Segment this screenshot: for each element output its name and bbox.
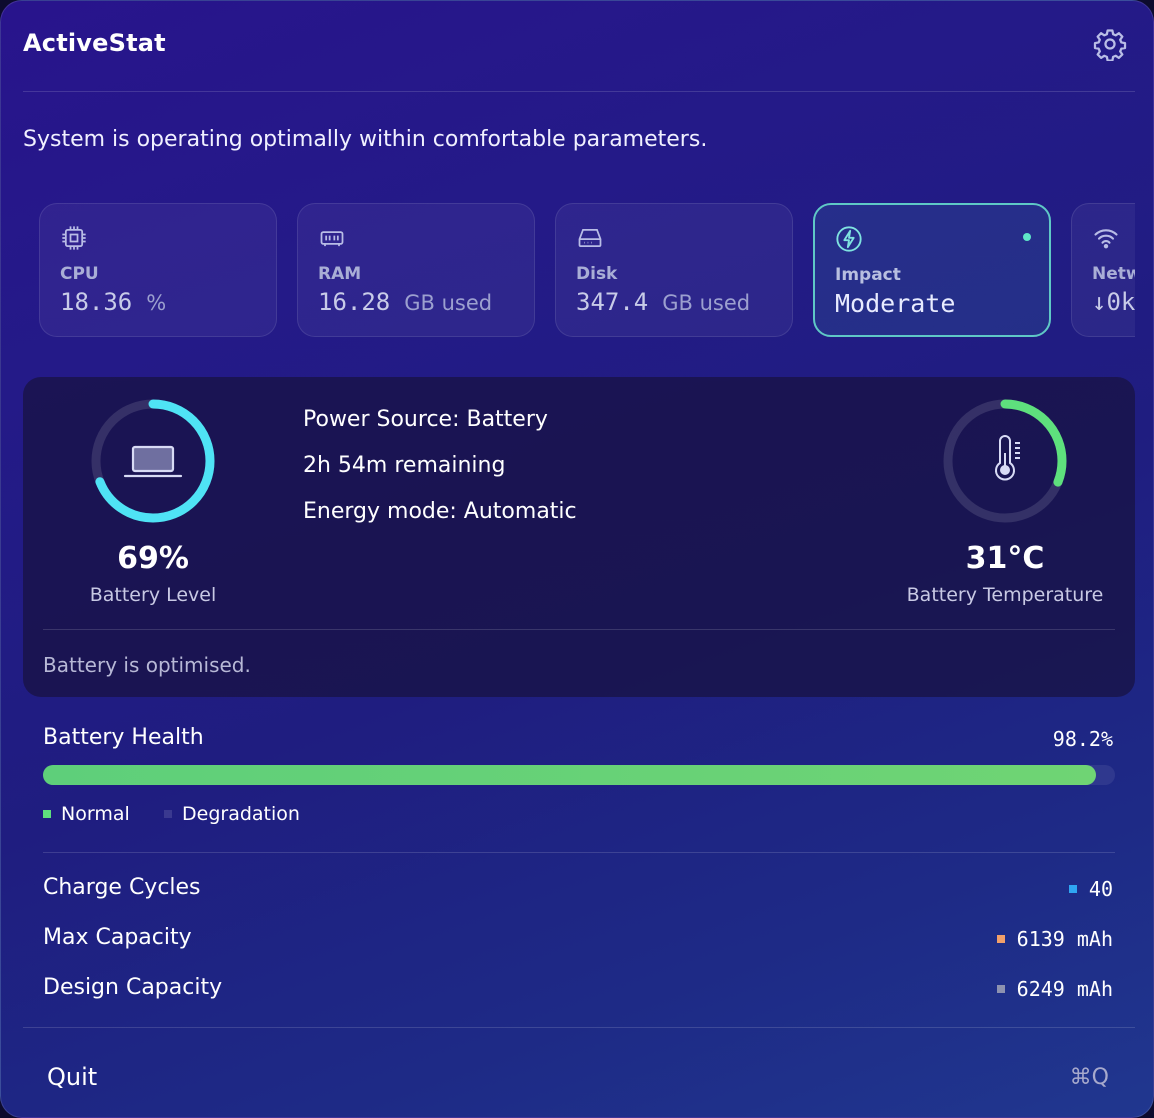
time-remaining: 2h 54m remaining	[303, 453, 506, 478]
legend-degradation-swatch	[164, 810, 172, 818]
impact-status-dot	[1023, 233, 1031, 241]
quit-button[interactable]: Quit	[47, 1063, 97, 1091]
battery-panel: 69% Battery Level Power Source: Battery …	[23, 377, 1135, 697]
legend-normal-swatch	[43, 810, 51, 818]
ram-number: 16.28	[318, 288, 391, 316]
design-capacity: 6249 mAh	[996, 977, 1113, 1001]
battery-level-value: 69%	[117, 541, 189, 576]
network-card[interactable]: Netw ↓0k	[1071, 203, 1135, 337]
network-value: ↓0k	[1092, 288, 1135, 316]
disk-unit: GB used	[662, 291, 751, 315]
battery-health-fill	[43, 765, 1096, 785]
legend-degradation-label: Degradation	[182, 803, 300, 825]
app-title: ActiveStat	[23, 29, 166, 57]
battery-temperature-label: Battery Temperature	[906, 584, 1104, 606]
charge-cycles: 40	[1068, 877, 1113, 901]
quit-shortcut: ⌘Q	[1069, 1065, 1109, 1090]
disk-icon	[578, 228, 602, 248]
cpu-unit: %	[146, 291, 167, 315]
activestat-window: ActiveStat System is operating optimally…	[0, 0, 1154, 1118]
disk-label: Disk	[576, 264, 618, 284]
power-source: Power Source: Battery	[303, 407, 548, 432]
cpu-label: CPU	[60, 264, 99, 284]
battery-level-ring	[91, 399, 215, 523]
laptop-icon	[123, 445, 183, 478]
cpu-icon	[62, 226, 86, 250]
battery-level-label: Battery Level	[89, 584, 217, 606]
disk-card[interactable]: Disk 347.4 GB used	[555, 203, 793, 337]
legend-normal-label: Normal	[61, 803, 130, 825]
max-capacity: 6139 mAh	[996, 927, 1113, 951]
battery-temperature-value: 31°C	[965, 541, 1045, 576]
health-divider	[43, 852, 1115, 853]
thermometer-icon	[995, 435, 1020, 481]
charge-cycles-value: 40	[1088, 877, 1113, 901]
design-capacity-label: Design Capacity	[43, 975, 223, 1000]
footer-divider	[23, 1027, 1135, 1028]
panel-divider	[43, 629, 1115, 630]
battery-health-bar	[43, 765, 1115, 785]
impact-label: Impact	[835, 265, 901, 285]
ram-unit: GB used	[404, 291, 493, 315]
metric-cards: CPU 18.36% RAM 16.28 GB used Disk 347.4 GB…	[39, 203, 1135, 339]
ram-card[interactable]: RAM 16.28 GB used	[297, 203, 535, 337]
design-capacity-swatch	[996, 985, 1005, 993]
legend-degradation: Degradation	[164, 803, 300, 825]
cpu-number: 18.36	[60, 288, 133, 316]
wifi-icon	[1094, 229, 1118, 249]
charge-cycles-label: Charge Cycles	[43, 875, 201, 900]
battery-health-value: 98.2%	[1052, 727, 1113, 751]
ram-value: 16.28 GB used	[318, 288, 492, 316]
battery-note: Battery is optimised.	[43, 653, 251, 677]
battery-health-title: Battery Health	[43, 725, 204, 750]
ram-icon	[320, 231, 344, 247]
gear-icon[interactable]	[1093, 27, 1127, 61]
energy-mode: Energy mode: Automatic	[303, 499, 577, 524]
max-capacity-swatch	[996, 935, 1005, 943]
network-label: Netw	[1092, 264, 1135, 284]
impact-card[interactable]: Impact Moderate	[813, 203, 1051, 337]
cpu-value: 18.36%	[60, 288, 166, 316]
battery-temperature-ring	[943, 399, 1067, 523]
legend-normal: Normal	[43, 803, 130, 825]
design-capacity-value: 6249 mAh	[1016, 977, 1113, 1001]
max-capacity-value: 6139 mAh	[1016, 927, 1113, 951]
impact-value: Moderate	[835, 289, 956, 318]
status-message: System is operating optimally within com…	[23, 127, 708, 152]
bolt-icon	[836, 226, 862, 252]
disk-number: 347.4	[576, 288, 649, 316]
header-divider	[23, 91, 1135, 92]
cpu-card[interactable]: CPU 18.36%	[39, 203, 277, 337]
max-capacity-label: Max Capacity	[43, 925, 192, 950]
disk-value: 347.4 GB used	[576, 288, 750, 316]
ram-label: RAM	[318, 264, 362, 284]
charge-cycles-swatch	[1068, 885, 1077, 893]
